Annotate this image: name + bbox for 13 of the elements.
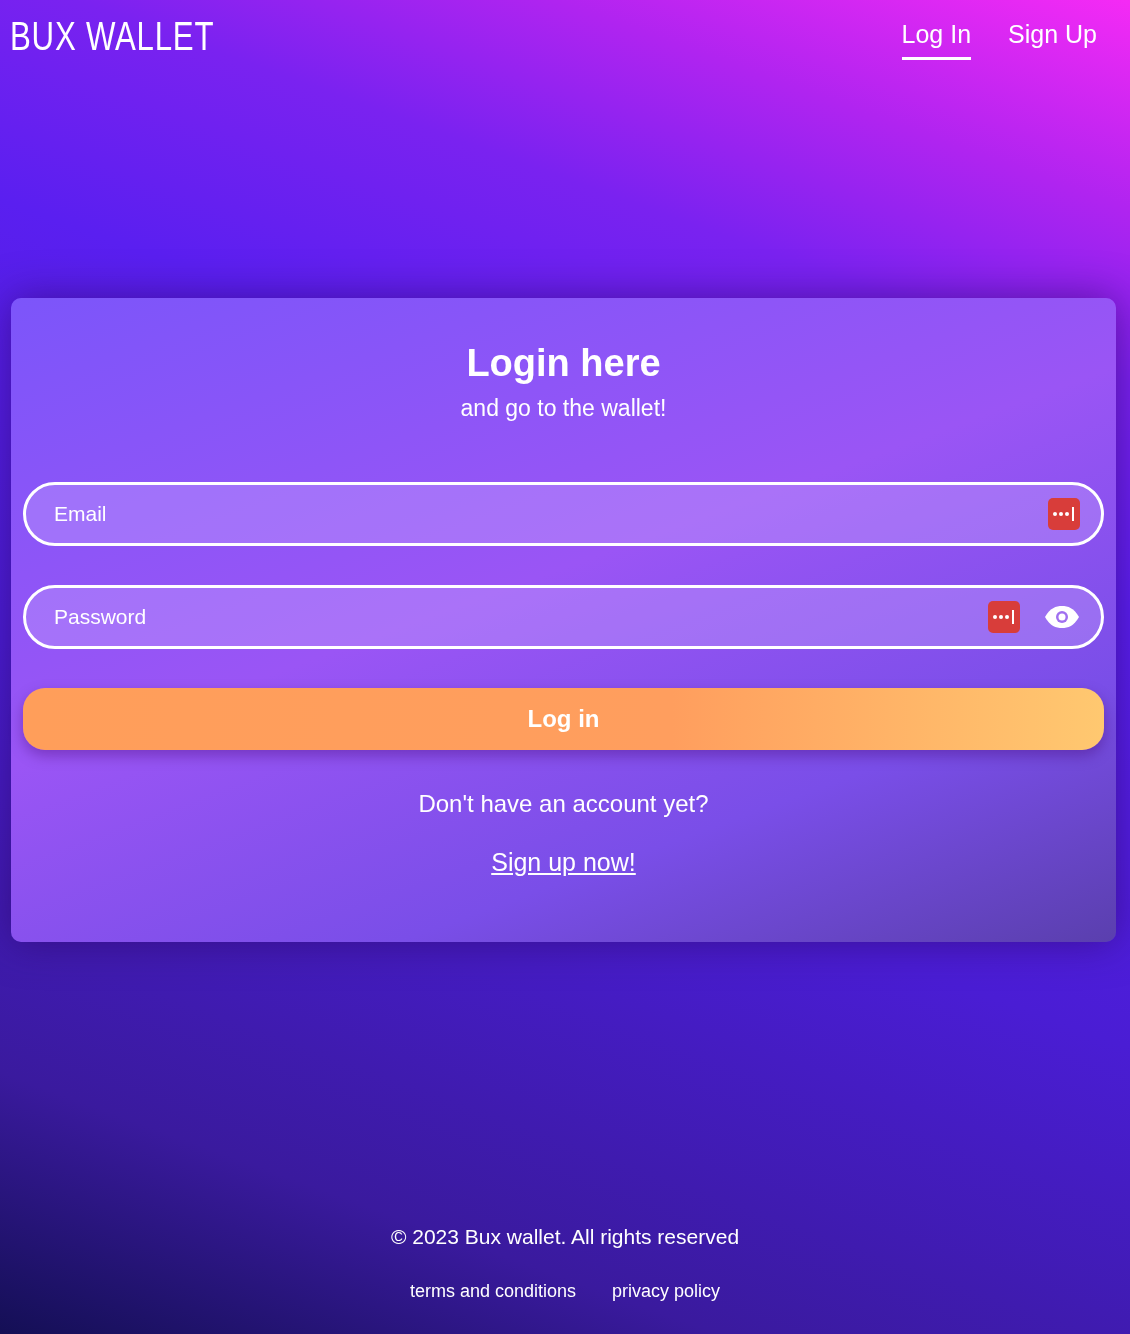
login-subtitle: and go to the wallet! xyxy=(460,395,667,422)
footer-link[interactable]: privacy policy xyxy=(612,1281,721,1302)
login-title: Login here xyxy=(466,342,661,385)
password-manager-icon[interactable] xyxy=(1048,498,1080,530)
logo: BUX WALLET xyxy=(10,14,215,58)
nav-tab[interactable]: Sign Up xyxy=(1008,14,1097,60)
password-manager-icon[interactable] xyxy=(988,601,1020,633)
eye-icon[interactable] xyxy=(1044,605,1080,629)
copyright-text: © 2023 Bux wallet. All rights reserved xyxy=(390,1225,740,1249)
signup-prompt: Don't have an account yet? xyxy=(418,790,709,818)
signup-link[interactable]: Sign up now! xyxy=(491,848,636,877)
footer-link[interactable]: terms and conditions xyxy=(409,1281,576,1302)
nav-tab[interactable]: Log In xyxy=(901,14,972,60)
